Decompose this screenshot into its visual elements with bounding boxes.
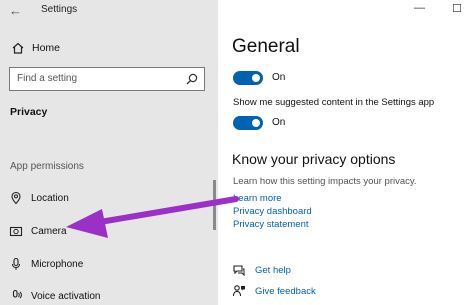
privacy-statement-link[interactable]: Privacy statement: [233, 219, 309, 230]
maximize-button[interactable]: ☐: [452, 2, 462, 15]
search-input[interactable]: Find a setting: [9, 67, 205, 91]
chat-help-icon: [232, 263, 246, 277]
toggle-state-1: On: [272, 72, 286, 83]
home-icon: [10, 40, 26, 56]
sidebar: ← Settings Home Find a setting Privacy A…: [0, 0, 218, 305]
sidebar-item-label: Location: [31, 192, 69, 204]
toggle-knob: [252, 74, 260, 82]
camera-icon: [9, 224, 23, 238]
sidebar-item-label: Camera: [31, 225, 67, 237]
toggle-switch-1[interactable]: [233, 71, 263, 85]
nav-home[interactable]: Home: [10, 39, 60, 57]
learn-more-link[interactable]: Learn more: [233, 193, 282, 204]
suggested-content-label: Show me suggested content in the Setting…: [233, 97, 435, 108]
window-title: Settings: [41, 4, 78, 15]
privacy-options-heading: Know your privacy options: [232, 151, 396, 167]
page-title: General: [232, 36, 300, 57]
feedback-person-icon: [232, 284, 246, 298]
location-icon: [9, 191, 23, 205]
sidebar-item-label: Microphone: [31, 258, 84, 270]
sidebar-item-camera[interactable]: Camera: [9, 222, 67, 240]
toggle-knob: [252, 119, 260, 127]
sidebar-item-microphone[interactable]: Microphone: [9, 255, 83, 273]
main-pane: — ☐ General On Show me suggested content…: [218, 0, 474, 305]
get-help-item[interactable]: Get help: [232, 263, 291, 277]
section-heading-privacy: Privacy: [10, 106, 48, 118]
minimize-button[interactable]: —: [414, 2, 425, 14]
sidebar-item-label: Voice activation: [31, 290, 101, 302]
give-feedback-item[interactable]: Give feedback: [232, 284, 316, 298]
get-help-link[interactable]: Get help: [255, 265, 291, 276]
sidebar-scrollbar[interactable]: [213, 180, 216, 230]
privacy-description: Learn how this setting impacts your priv…: [233, 176, 417, 187]
back-arrow-icon[interactable]: ←: [9, 3, 22, 18]
section-heading-app-permissions: App permissions: [10, 161, 84, 172]
home-label: Home: [32, 42, 61, 54]
sidebar-item-voice-activation[interactable]: Voice activation: [9, 287, 101, 305]
sidebar-item-location[interactable]: Location: [9, 189, 69, 207]
toggle-switch-suggested-content[interactable]: [233, 116, 263, 130]
search-icon[interactable]: [185, 72, 199, 86]
toggle-state-2: On: [272, 117, 286, 128]
title-bar: ← Settings: [0, 0, 218, 22]
privacy-dashboard-link[interactable]: Privacy dashboard: [233, 206, 312, 217]
voice-activation-icon: [9, 289, 23, 303]
search-placeholder: Find a setting: [17, 73, 78, 84]
give-feedback-link[interactable]: Give feedback: [255, 286, 316, 297]
microphone-icon: [9, 257, 23, 271]
